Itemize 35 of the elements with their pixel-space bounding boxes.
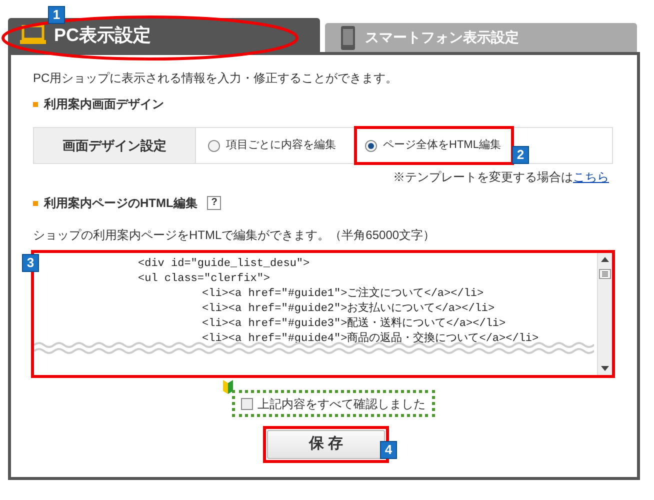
number-badge: 1 — [48, 6, 65, 24]
laptop-icon — [20, 25, 46, 45]
beginner-mark-icon — [222, 380, 234, 394]
radio-button[interactable] — [365, 140, 377, 152]
radio-button[interactable] — [208, 140, 220, 152]
number-badge: 3 — [22, 254, 39, 272]
section-heading: 利用案内ページのHTML編集 — [44, 195, 198, 212]
description-text: ショップの利用案内ページをHTMLで編集ができます。（半角65000文字） — [33, 227, 436, 242]
number-badge: 2 — [512, 146, 529, 164]
code-line: <li><a href="#guide4">商品の返品・交換について</a></li> — [202, 332, 540, 347]
code-line: <li><a href="#guide1">ご注文について</a></li> — [202, 287, 485, 302]
scroll-thumb-icon[interactable] — [599, 269, 611, 279]
save-button[interactable]: 保 存 — [267, 430, 385, 459]
intro-text: PC用ショップに表示される情報を入力・修正することができます。 — [33, 70, 399, 87]
code-line: <div id="guide_list_desu"> — [138, 257, 311, 272]
smartphone-icon — [341, 26, 355, 50]
scroll-up-icon[interactable] — [601, 257, 609, 262]
number-badge: 4 — [380, 441, 397, 459]
help-button[interactable]: ? — [207, 196, 222, 210]
code-line: <li><a href="#guide2">お支払いについて</a></li> — [202, 302, 496, 317]
scrollbar[interactable] — [597, 253, 612, 375]
template-note: ※テンプレートを変更する場合は こちら — [393, 169, 609, 186]
bullet-icon — [33, 102, 38, 106]
scroll-down-icon[interactable] — [601, 366, 609, 371]
checkbox-label: 上記内容をすべて確認しました — [258, 396, 426, 412]
template-link[interactable]: こちら — [573, 170, 609, 184]
radio-option[interactable]: 項目ごとに内容を編集 — [208, 137, 336, 154]
code-line: <li><a href="#guide3">配送・送料について</a></li> — [202, 317, 507, 332]
code-line: <ul class="clerfix"> — [138, 272, 272, 287]
checkbox[interactable] — [240, 398, 252, 410]
bullet-icon — [33, 200, 38, 206]
row-label: 画面デザイン設定 — [34, 128, 196, 163]
radio-option[interactable]: ページ全体をHTML編集 — [365, 137, 501, 154]
section-heading: 利用案内画面デザイン — [44, 96, 164, 113]
tab[interactable]: PC表示設定 — [8, 18, 320, 52]
